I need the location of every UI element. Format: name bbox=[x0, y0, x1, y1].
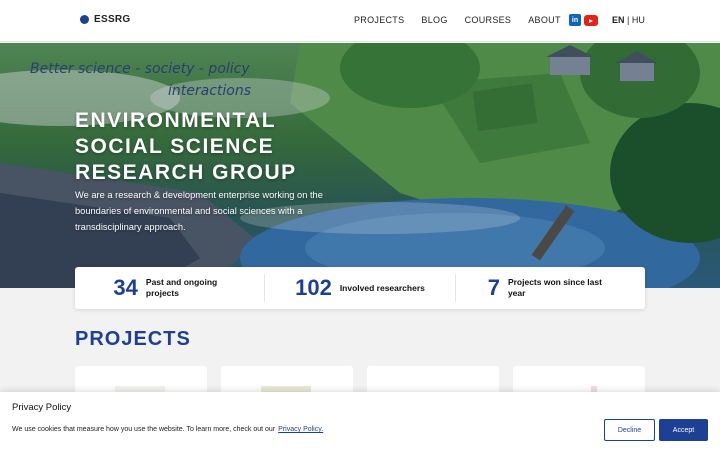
hero-title-line: ENVIRONMENTAL bbox=[75, 109, 277, 132]
hero-title-line: RESEARCH GROUP bbox=[75, 161, 297, 184]
linkedin-icon[interactable]: in bbox=[569, 14, 581, 26]
language-switcher: EN | HU bbox=[612, 15, 645, 25]
hero-description: We are a research & development enterpri… bbox=[75, 190, 323, 232]
cookie-banner: Privacy Policy We use cookies that measu… bbox=[0, 392, 720, 450]
stat-number: 102 bbox=[295, 275, 332, 300]
stat-researchers: 102 Involved researchers bbox=[264, 274, 454, 302]
handwriting-line1: Better science - society - policy bbox=[30, 61, 250, 77]
logo-text: ESSRG bbox=[94, 14, 131, 25]
stat-projects-won: 7 Projects won since last year bbox=[454, 274, 645, 302]
hero-title-line: SOCIAL SCIENCE bbox=[75, 135, 275, 158]
lang-en[interactable]: EN bbox=[612, 15, 625, 25]
cookie-title: Privacy Policy bbox=[12, 402, 72, 413]
stat-label: Involved researchers bbox=[339, 282, 425, 293]
nav-courses[interactable]: COURSES bbox=[465, 15, 512, 25]
stat-number: 7 bbox=[487, 275, 500, 300]
cookie-message: We use cookies that measure how you use … bbox=[12, 426, 276, 433]
logo-dot-icon bbox=[80, 15, 89, 24]
lang-hu[interactable]: HU bbox=[632, 15, 645, 25]
logo[interactable]: ESSRG bbox=[80, 14, 131, 25]
hero-banner: Better science - society - policy intera… bbox=[0, 43, 720, 288]
lang-separator: | bbox=[627, 15, 630, 25]
nav-blog[interactable]: BLOG bbox=[421, 15, 447, 25]
stats-bar: 34 Past and ongoing projects 102 Involve… bbox=[75, 267, 645, 309]
handwriting-line2: interactions bbox=[168, 83, 252, 99]
main-nav: PROJECTS BLOG COURSES ABOUT bbox=[354, 15, 561, 25]
accept-button[interactable]: Accept bbox=[659, 419, 708, 441]
stat-label: Projects won since last year bbox=[507, 277, 602, 298]
nav-projects[interactable]: PROJECTS bbox=[354, 15, 404, 25]
site-header: ESSRG PROJECTS BLOG COURSES ABOUT in EN … bbox=[0, 0, 720, 42]
nav-about[interactable]: ABOUT bbox=[528, 15, 561, 25]
hero-title: ENVIRONMENTAL SOCIAL SCIENCE RESEARCH GR… bbox=[75, 108, 297, 186]
decline-button[interactable]: Decline bbox=[604, 419, 655, 441]
privacy-policy-link[interactable]: Privacy Policy. bbox=[278, 426, 323, 433]
stat-projects: 34 Past and ongoing projects bbox=[75, 274, 264, 302]
youtube-icon[interactable] bbox=[584, 15, 598, 26]
social-links: in bbox=[569, 14, 598, 26]
projects-heading: PROJECTS bbox=[75, 328, 191, 350]
stat-label: Past and ongoing projects bbox=[145, 277, 218, 298]
stat-number: 34 bbox=[113, 275, 138, 300]
cookie-text: We use cookies that measure how you use … bbox=[12, 426, 323, 433]
